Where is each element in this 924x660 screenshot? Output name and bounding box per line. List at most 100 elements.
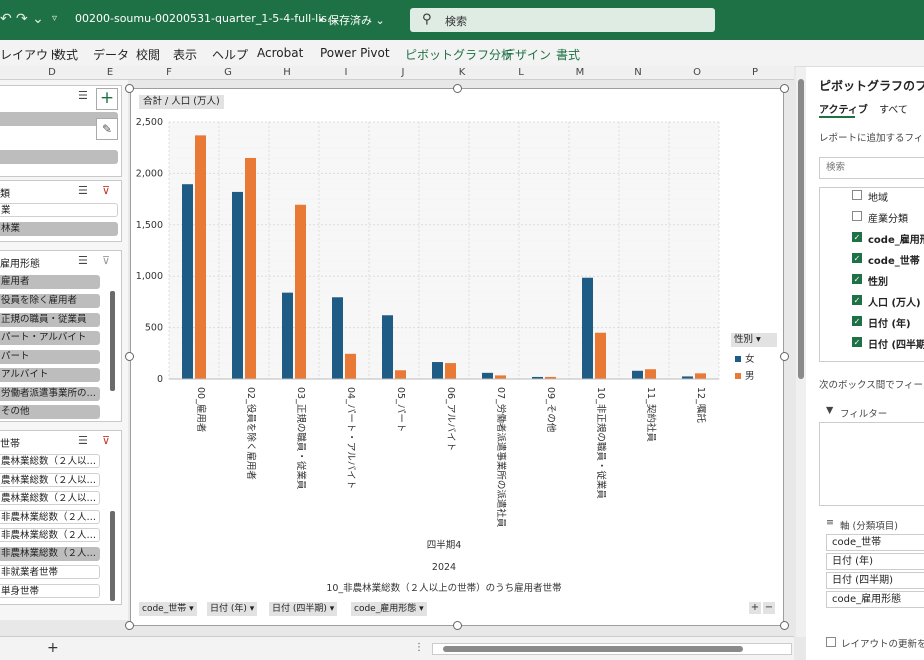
field-label[interactable]: 性別 — [868, 273, 888, 288]
redo-icon[interactable]: ↷ ⌄ — [16, 11, 44, 27]
column-header[interactable]: I — [336, 67, 356, 78]
multi-select-icon[interactable]: ☰ — [78, 434, 88, 447]
column-header[interactable]: E — [100, 67, 120, 78]
resize-handle[interactable] — [780, 352, 789, 361]
resize-handle[interactable] — [125, 84, 134, 93]
slicer-item[interactable] — [0, 150, 118, 164]
column-header[interactable]: H — [277, 67, 297, 78]
scroll-thumb[interactable] — [798, 79, 804, 379]
slicer-item[interactable]: 非農林業総数（２人… — [0, 547, 100, 561]
clear-filter-icon[interactable]: ⊽ — [102, 434, 110, 447]
field-checkbox[interactable]: ✓ — [852, 253, 862, 263]
slicer-item[interactable]: 単身世帯 — [0, 584, 100, 598]
filter-area[interactable] — [819, 422, 924, 506]
field-checkbox[interactable]: ✓ — [852, 295, 862, 305]
tab-layout[interactable]: レイアウト — [0, 46, 60, 63]
tab-data[interactable]: データ — [93, 46, 129, 63]
column-header[interactable]: D — [42, 67, 62, 78]
slicer-item[interactable]: 正規の職員・従業員 — [0, 313, 100, 327]
field-label[interactable]: code_世帯 — [868, 252, 920, 267]
axis-field-button[interactable]: 日付 (四半期) ▾ — [269, 602, 338, 616]
tab-design[interactable]: デザイン — [503, 46, 551, 63]
pivot-chart[interactable]: 合計 / 人口 (万人) 0 500 1,000 1,500 2,000 2,500 00_… — [130, 88, 784, 626]
column-header[interactable]: M — [570, 67, 590, 78]
slicer-item[interactable]: 業 — [0, 203, 118, 217]
axis-field-item[interactable]: 日付 (四半期) — [826, 572, 924, 589]
slicer-item[interactable]: 林業 — [0, 222, 118, 236]
tab-view[interactable]: 表示 — [173, 46, 197, 63]
search-box[interactable]: ⚲ 検索 — [410, 8, 715, 32]
horizontal-scrollbar[interactable] — [432, 643, 792, 655]
field-checkbox[interactable]: ✓ — [852, 232, 862, 242]
slicer-item[interactable]: アルバイト — [0, 368, 100, 382]
customize-icon[interactable]: ▿ — [52, 13, 57, 24]
column-header[interactable]: F — [159, 67, 179, 78]
slicer-item[interactable]: 雇用者 — [0, 275, 100, 289]
resize-handle[interactable] — [125, 352, 134, 361]
field-search-input[interactable]: 検索 — [819, 157, 924, 179]
field-label[interactable]: code_雇用形 — [868, 231, 924, 246]
tab-formulas[interactable]: 数式 — [54, 46, 78, 63]
axis-field-item[interactable]: code_世帯 — [826, 534, 924, 551]
multi-select-icon[interactable]: ☰ — [78, 254, 88, 267]
more-options-icon[interactable]: ⋮ — [414, 642, 424, 653]
add-sheet-button[interactable]: + — [47, 640, 59, 656]
brush-icon[interactable]: ✎ — [96, 118, 118, 140]
filter-icon[interactable]: ⊽ — [102, 254, 110, 267]
column-header[interactable]: O — [687, 67, 707, 78]
field-checkbox[interactable]: ✓ — [852, 316, 862, 326]
multi-select-icon[interactable]: ☰ — [78, 184, 88, 197]
tab-active[interactable]: アクティブ — [819, 101, 868, 116]
clear-filter-icon[interactable]: ⊽ — [102, 184, 110, 197]
axis-field-item[interactable]: 日付 (年) — [826, 553, 924, 570]
column-header[interactable]: N — [628, 67, 648, 78]
slicer-scrollbar[interactable] — [110, 291, 115, 391]
field-label[interactable]: 人口 (万人) — [868, 294, 921, 309]
save-status[interactable]: • 保存済み ⌄ — [318, 12, 385, 28]
slicer-item[interactable]: その他 — [0, 405, 100, 419]
axis-field-item[interactable]: code_雇用形態 — [826, 591, 924, 608]
tab-pivotchart-analyze[interactable]: ピボットグラフ分析 — [405, 46, 513, 63]
tab-format[interactable]: 書式 — [556, 46, 580, 63]
resize-handle[interactable] — [125, 621, 134, 630]
resize-handle[interactable] — [453, 84, 462, 93]
column-header[interactable]: L — [511, 67, 531, 78]
add-slicer-button[interactable]: + — [96, 88, 118, 110]
legend-field-button[interactable]: 性別 ▾ — [731, 333, 777, 347]
scroll-thumb[interactable] — [443, 646, 743, 652]
tab-all[interactable]: すべて — [879, 101, 908, 116]
tab-acrobat[interactable]: Acrobat — [257, 46, 303, 60]
axis-field-button[interactable]: 日付 (年) ▾ — [207, 602, 258, 616]
tab-review[interactable]: 校閲 — [136, 46, 160, 63]
slicer-item[interactable]: 非農林業総数（２人… — [0, 510, 100, 524]
slicer-item[interactable]: 非就業者世帯 — [0, 565, 100, 579]
slicer-item[interactable]: 農林業総数（２人以… — [0, 454, 100, 468]
slicer-item[interactable]: 役員を除く雇用者 — [0, 294, 100, 308]
field-checkbox[interactable] — [852, 211, 862, 221]
tab-power-pivot[interactable]: Power Pivot — [320, 46, 390, 60]
defer-update-checkbox[interactable] — [826, 637, 836, 647]
column-header[interactable]: G — [218, 67, 238, 78]
slicer-item[interactable]: パート・アルバイト — [0, 331, 100, 345]
slicer-item[interactable]: パート — [0, 350, 100, 364]
expand-button[interactable]: + — [749, 602, 761, 614]
field-label[interactable]: 地域 — [868, 189, 888, 204]
axis-field-button[interactable]: code_雇用形態 ▾ — [351, 602, 427, 616]
field-label[interactable]: 日付 (四半期 — [868, 336, 924, 351]
column-header[interactable]: P — [745, 67, 765, 78]
tab-help[interactable]: ヘルプ — [212, 46, 248, 63]
column-header[interactable]: J — [393, 67, 413, 78]
slicer-item[interactable]: 農林業総数（２人以… — [0, 473, 100, 487]
field-label[interactable]: 産業分類 — [868, 210, 908, 225]
undo-icon[interactable]: ↶ — [0, 11, 12, 27]
collapse-button[interactable]: − — [763, 602, 775, 614]
resize-handle[interactable] — [780, 84, 789, 93]
resize-handle[interactable] — [453, 621, 462, 630]
field-checkbox[interactable]: ✓ — [852, 274, 862, 284]
vertical-scrollbar[interactable] — [796, 67, 806, 637]
field-label[interactable]: 日付 (年) — [868, 315, 911, 330]
slicer-item[interactable]: 労働者派遣事業所の… — [0, 387, 100, 401]
field-checkbox[interactable] — [852, 190, 862, 200]
file-name[interactable]: 00200-soumu-00200531-quarter_1-5-4-full-… — [75, 12, 338, 25]
resize-handle[interactable] — [780, 621, 789, 630]
